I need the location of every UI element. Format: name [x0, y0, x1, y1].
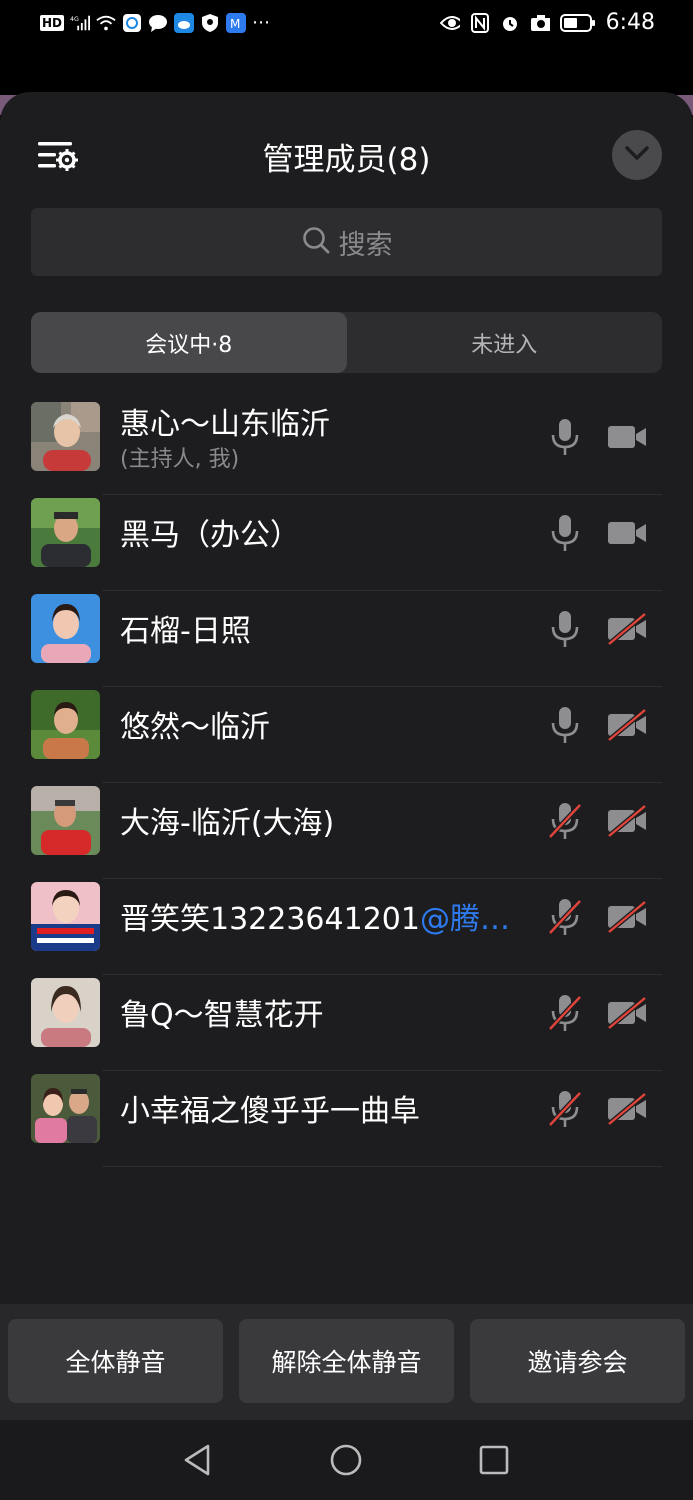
member-name-block: 石榴-日照	[120, 591, 543, 687]
member-name: 大海-临沂(大海)	[120, 806, 335, 841]
meeting-app-icon: M	[226, 12, 247, 33]
camera-on-icon[interactable]	[606, 515, 648, 551]
mic-on-icon[interactable]	[546, 417, 584, 457]
member-name-text: 晋笑笑13223641201	[120, 902, 420, 937]
message-icon	[148, 13, 168, 33]
camera-off-icon[interactable]	[606, 803, 648, 839]
member-name-block: 鲁Q～智慧花开	[120, 975, 543, 1071]
bottom-actions: 全体静音 解除全体静音 邀请参会	[0, 1304, 693, 1420]
camera-off-icon[interactable]	[606, 899, 648, 935]
member-name: 晋笑笑13223641201@腾…	[120, 894, 543, 938]
member-row[interactable]: 惠心～山东临沂 (主持人, 我)	[0, 399, 693, 495]
system-nav-bar	[0, 1420, 693, 1500]
mic-off-icon[interactable]	[546, 897, 584, 937]
row-divider	[102, 1166, 662, 1167]
recents-icon[interactable]	[476, 1442, 512, 1478]
avatar	[31, 402, 100, 471]
camera-off-icon[interactable]	[606, 1091, 648, 1127]
member-row[interactable]: 大海-临沂(大海)	[0, 783, 693, 879]
weather-icon	[174, 12, 195, 33]
member-org-tag: @腾…	[419, 902, 510, 937]
avatar	[31, 978, 100, 1047]
svg-text:M: M	[230, 17, 240, 31]
camera-off-icon[interactable]	[606, 611, 648, 647]
search-input[interactable]: 搜索	[31, 208, 662, 276]
sheet-header: 管理成员(8)	[0, 130, 693, 180]
tab-not-joined[interactable]: 未进入	[347, 312, 663, 373]
member-name: 鲁Q～智慧花开	[120, 998, 324, 1033]
app-notification-icon	[122, 13, 142, 33]
collapse-button[interactable]	[612, 130, 662, 180]
member-tabs: 会议中·8 未进入	[31, 312, 662, 373]
camera-on-icon[interactable]	[606, 419, 648, 455]
page-title: 管理成员(8)	[262, 142, 431, 178]
more-icon: ⋯	[252, 12, 271, 33]
member-name-block: 大海-临沂(大海)	[120, 783, 543, 879]
nfc-icon	[470, 12, 490, 33]
mic-off-icon[interactable]	[546, 993, 584, 1033]
member-name: 悠然～临沂	[120, 710, 270, 745]
mic-on-icon[interactable]	[546, 705, 584, 745]
alarm-icon	[500, 13, 520, 33]
mic-on-icon[interactable]	[546, 609, 584, 649]
member-name-block: 晋笑笑13223641201@腾…	[120, 879, 543, 975]
mic-off-icon[interactable]	[546, 1089, 584, 1129]
camera-off-icon[interactable]	[606, 707, 648, 743]
tab-in-meeting[interactable]: 会议中·8	[31, 312, 347, 373]
battery-icon	[559, 13, 596, 33]
wifi-icon	[96, 13, 116, 33]
home-icon[interactable]	[328, 1442, 364, 1478]
member-name-block: 黑马（办公）	[120, 495, 543, 591]
eye-icon	[439, 13, 460, 33]
member-name: 惠心～山东临沂	[120, 407, 330, 437]
member-role: (主持人, 我)	[120, 447, 240, 472]
search-icon	[301, 225, 331, 259]
avatar	[31, 882, 100, 951]
signal-icon: 4G	[70, 13, 91, 33]
svg-text:4G: 4G	[70, 16, 79, 23]
hd-icon: HD	[40, 14, 65, 31]
avatar	[31, 786, 100, 855]
member-name: 小幸福之傻乎乎一曲阜	[120, 1094, 420, 1129]
member-row[interactable]: 石榴-日照	[0, 591, 693, 687]
member-name-block: 小幸福之傻乎乎一曲阜	[120, 1071, 543, 1167]
unmute-all-button[interactable]: 解除全体静音	[239, 1319, 454, 1403]
camera-icon	[530, 13, 550, 33]
chevron-down-icon	[624, 145, 650, 165]
avatar	[31, 690, 100, 759]
shield-icon	[200, 13, 220, 33]
avatar	[31, 1074, 100, 1143]
status-time: 6:48	[605, 10, 655, 35]
member-name: 石榴-日照	[120, 614, 251, 649]
mute-all-button[interactable]: 全体静音	[8, 1319, 223, 1403]
manage-members-sheet: 管理成员(8) 搜索 会议中·8 未进入 惠心～山东临沂 (主持人, 我) 黑马…	[0, 92, 693, 1420]
member-row[interactable]: 鲁Q～智慧花开	[0, 975, 693, 1071]
mic-on-icon[interactable]	[546, 513, 584, 553]
member-row[interactable]: 晋笑笑13223641201@腾…	[0, 879, 693, 975]
invite-button[interactable]: 邀请参会	[470, 1319, 685, 1403]
avatar	[31, 498, 100, 567]
avatar	[31, 594, 100, 663]
member-row[interactable]: 小幸福之傻乎乎一曲阜	[0, 1071, 693, 1167]
member-row[interactable]: 黑马（办公）	[0, 495, 693, 591]
mic-off-icon[interactable]	[546, 801, 584, 841]
member-row[interactable]: 悠然～临沂	[0, 687, 693, 783]
status-left-icons: HD 4G M ⋯	[40, 12, 270, 33]
search-placeholder: 搜索	[338, 229, 393, 261]
member-name-block: 悠然～临沂	[120, 687, 543, 783]
back-icon[interactable]	[180, 1442, 216, 1478]
member-name-block: 惠心～山东临沂 (主持人, 我)	[120, 399, 543, 495]
member-name: 黑马（办公）	[120, 518, 300, 553]
member-list: 惠心～山东临沂 (主持人, 我) 黑马（办公） 石榴-日照 悠然～临沂 大海-临…	[0, 399, 693, 1167]
camera-off-icon[interactable]	[606, 995, 648, 1031]
status-bar: HD 4G M ⋯ 6:48	[0, 0, 693, 50]
status-right-icons: 6:48	[439, 10, 655, 35]
